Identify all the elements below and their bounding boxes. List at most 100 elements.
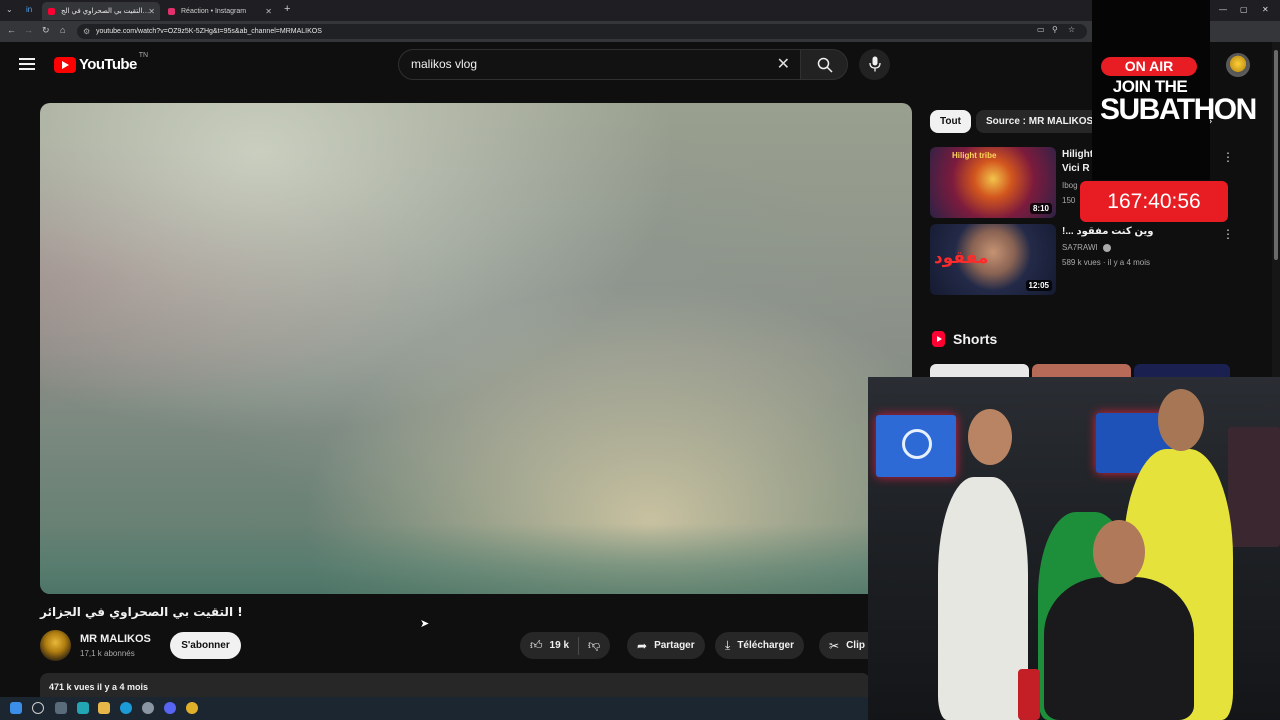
person-left [938, 477, 1028, 720]
clip-label: Clip [846, 640, 865, 651]
site-info-icon[interactable]: ⚙ [83, 24, 90, 39]
tab-instagram[interactable]: Réaction • Instagram ✕ [162, 2, 277, 20]
search-button[interactable] [800, 49, 848, 80]
discord-icon[interactable] [164, 702, 176, 714]
youtube-play-icon [54, 56, 76, 73]
reload-icon[interactable]: ↻ [42, 25, 50, 36]
recommendation-channel[interactable]: Ibog [1062, 181, 1078, 190]
channel-label: SA7RAWI [1062, 243, 1098, 252]
windows-taskbar [0, 697, 868, 720]
channel-avatar[interactable] [40, 630, 71, 661]
more-options-icon[interactable]: ⋮ [1222, 150, 1234, 164]
short-thumbnail[interactable] [930, 364, 1029, 378]
channel-name[interactable]: MR MALIKOS [80, 633, 151, 645]
search-input[interactable]: malikos vlog ✕ [398, 49, 800, 80]
chip-source[interactable]: Source : MR MALIKOS [976, 110, 1104, 133]
video-duration: 8:10 [1029, 203, 1052, 214]
person-seated [1044, 577, 1194, 720]
tab-list-icon[interactable]: ⌄ [6, 5, 13, 14]
browser-address-bar: ← → ↻ ⌂ ⚙ youtube.com/watch?v=OZ9z5K-5ZH… [0, 21, 1280, 42]
back-icon[interactable]: ← [7, 25, 16, 35]
thumbs-up-icon[interactable]: 👍︎ [530, 638, 543, 653]
recommendation-thumbnail[interactable]: Hilight tribe 8:10 [930, 147, 1056, 218]
download-label: Télécharger [737, 640, 795, 651]
like-divider [578, 636, 580, 655]
youtube-header: YouTube TN malikos vlog ✕ [0, 42, 1280, 88]
subathon-timer: 167:40:56 [1080, 181, 1228, 222]
shorts-icon [932, 331, 945, 347]
mouse-cursor-icon: ➤ [420, 618, 430, 630]
menu-icon[interactable] [19, 58, 35, 70]
scrollbar-thumb[interactable] [1274, 50, 1278, 260]
thumbs-down-icon[interactable]: 👎︎ [588, 638, 600, 653]
title-line: Vici R [1062, 163, 1090, 174]
subscriber-count: 17,1 k abonnés [80, 649, 135, 658]
bookmark-star-icon[interactable]: ☆ [1068, 25, 1075, 34]
short-thumbnail[interactable] [1032, 364, 1131, 378]
video-title: ! التقيت بي الصحراوي في الجزائر [40, 605, 243, 619]
person-right-head [1158, 389, 1204, 451]
chip-all[interactable]: Tout [930, 110, 971, 133]
cast-icon[interactable]: ▭ [1037, 25, 1045, 34]
recommendation-meta: 150 [1062, 196, 1076, 205]
clip-button[interactable]: ✂ Clip [819, 632, 868, 659]
windows-start-icon[interactable] [10, 702, 22, 714]
tab-title: التقيت بي الصحراوي في الج… [61, 8, 150, 15]
zoom-icon[interactable]: ⚲ [1052, 25, 1058, 34]
minimize-icon[interactable]: — [1219, 5, 1227, 14]
tab-youtube[interactable]: التقيت بي الصحراوي في الج… ✕ [42, 2, 160, 20]
recommendation-title[interactable]: Hilight Vici R [1062, 148, 1093, 176]
like-dislike-group: 👍︎ 19 k 👎︎ [520, 632, 611, 659]
recommendation-title[interactable]: وين كنت مفقود ...! [1062, 225, 1153, 239]
video-duration: 12:05 [1025, 280, 1052, 291]
tab-title: Réaction • Instagram [181, 7, 247, 15]
shorts-label: Shorts [953, 331, 998, 347]
recommendation-thumbnail[interactable]: مفقود 12:05 [930, 224, 1056, 295]
clear-search-icon[interactable]: ✕ [777, 50, 790, 79]
subscribe-button[interactable]: S'abonner [170, 632, 241, 659]
copilot-icon[interactable] [77, 702, 89, 714]
share-icon: ➦ [637, 638, 648, 653]
account-avatar[interactable] [1226, 53, 1250, 77]
more-options-icon[interactable]: ⋮ [1222, 227, 1234, 241]
task-view-icon[interactable] [55, 702, 67, 714]
short-thumbnail[interactable] [1134, 364, 1230, 378]
maximize-icon[interactable]: ▢ [1240, 5, 1248, 14]
forward-icon[interactable]: → [24, 25, 33, 35]
share-button[interactable]: ➦ Partager [627, 632, 705, 659]
on-air-badge: ON AIR [1101, 57, 1197, 76]
video-player[interactable] [40, 103, 912, 594]
download-icon: ⤓ [725, 638, 731, 652]
settings-icon[interactable] [142, 702, 154, 714]
home-icon[interactable]: ⌂ [60, 25, 65, 35]
close-tab-icon[interactable]: ✕ [265, 7, 272, 16]
recommendation-channel[interactable]: SA7RAWI [1062, 243, 1111, 252]
share-label: Partager [654, 640, 695, 651]
url-text: youtube.com/watch?v=OZ9z5K-5ZHg&t=95s&ab… [96, 28, 322, 35]
subathon-text: SUBATHON [1100, 93, 1257, 126]
thumbnail-text: Hilight tribe [952, 151, 997, 160]
chrome-icon[interactable] [186, 702, 198, 714]
person-seated-head [1093, 520, 1145, 584]
edge-icon[interactable] [120, 702, 132, 714]
youtube-favicon-icon [48, 7, 55, 15]
voice-search-button[interactable] [859, 49, 890, 80]
linkedin-pinned-icon[interactable]: in [26, 5, 32, 14]
verified-icon [1102, 243, 1111, 252]
title-line: Hilight [1062, 149, 1094, 160]
screen-logo-icon [902, 429, 932, 459]
search-value: malikos vlog [411, 57, 478, 71]
new-tab-icon[interactable]: + [284, 3, 290, 15]
youtube-logo[interactable]: YouTube TN [54, 52, 148, 73]
webcam-feed [868, 377, 1280, 720]
scissors-icon: ✂ [829, 638, 840, 653]
logo-region: TN [138, 52, 149, 59]
like-count[interactable]: 19 k [550, 640, 569, 651]
views-and-date: 471 k vues il y a 4 mois [49, 682, 149, 692]
download-button[interactable]: ⤓ Télécharger [715, 632, 805, 659]
file-explorer-icon[interactable] [98, 702, 110, 714]
search-icon[interactable] [32, 702, 44, 714]
close-window-icon[interactable]: ✕ [1262, 5, 1269, 14]
close-tab-icon[interactable]: ✕ [148, 7, 155, 16]
url-field[interactable]: ⚙ youtube.com/watch?v=OZ9z5K-5ZHg&t=95s&… [77, 24, 1087, 39]
